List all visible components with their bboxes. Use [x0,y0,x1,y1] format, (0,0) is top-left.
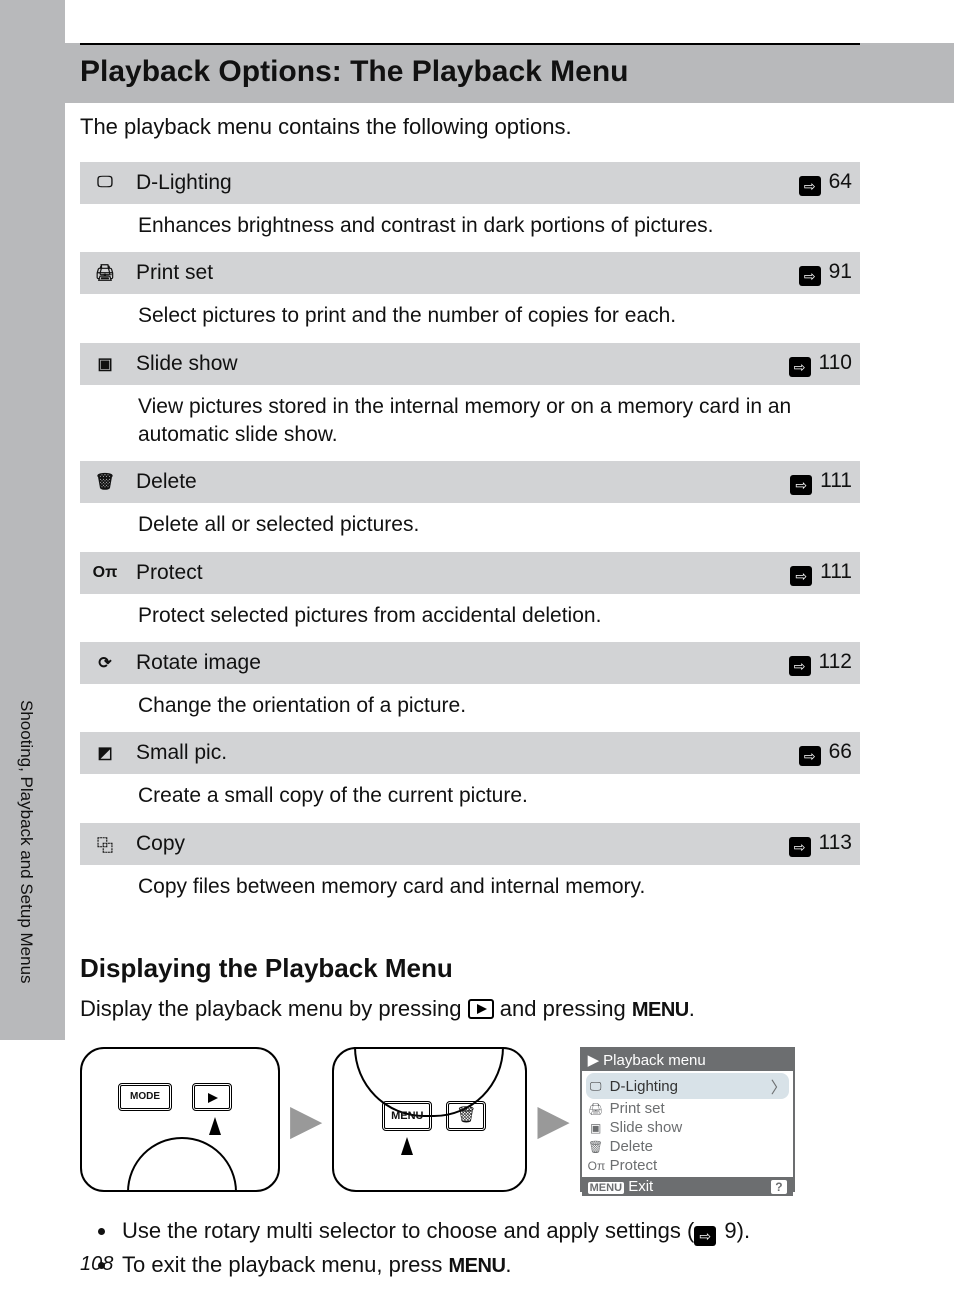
page-ref-icon: ⇨ [799,266,821,286]
option-description: Create a small copy of the current pictu… [80,774,860,822]
screen-item-label: Delete [610,1138,653,1155]
screen-item-label: Slide show [610,1119,683,1136]
option-description: Enhances brightness and contrast in dark… [80,204,860,252]
option-icon: ⟳ [80,653,130,673]
list-item: Use the rotary multi selector to choose … [118,1214,860,1248]
option-page-ref: ⇨ 113 [780,831,860,857]
playback-button-diagram [192,1083,232,1111]
option-icon: ◩ [80,743,130,763]
camera-diagram-2: MENU 🗑 [332,1047,527,1192]
playback-button-icon [468,999,494,1019]
option-page-ref: ⇨ 66 [780,740,860,766]
screen-item-icon: ▣ [588,1121,604,1135]
dial-arc-icon [127,1137,237,1192]
option-description: Delete all or selected pictures. [80,503,860,551]
chevron-right-icon: 〉 [771,1074,787,1098]
page-ref-icon: ⇨ [789,837,811,857]
intro-text: The playback menu contains the following… [80,114,860,140]
option-title: Rotate image [130,651,780,675]
screen-menu-item: 🖵 D-Lighting 〉 [586,1073,789,1099]
delete-button-diagram: 🗑 [446,1101,486,1131]
header-band: Playback Options: The Playback Menu [0,43,954,103]
option-title: Print set [130,261,780,285]
press-arrow-icon [209,1117,221,1135]
lcd-screen-preview: ▶ Playback menu 🖵 D-Lighting 〉 🖨 Print set ▣ S… [580,1047,795,1192]
option-title: D-Lighting [130,171,780,195]
option-title: Protect [130,561,780,585]
playback-icon: ▶ [588,1051,600,1069]
screen-menu-item: 🗑 Delete [586,1137,789,1156]
section-tab: Shooting, Playback and Setup Menus [16,700,36,984]
screen-item-icon: Oπ [588,1159,604,1173]
screen-menu-item: 🖨 Print set [586,1099,789,1118]
screen-title-text: Playback menu [603,1052,706,1069]
option-header-row: ◩Small pic.⇨ 66 [80,732,860,774]
option-header-row: 🖨Print set⇨ 91 [80,252,860,294]
display-instruction: Display the playback menu by pressing an… [80,992,860,1025]
page-title: Playback Options: The Playback Menu [80,55,860,89]
page-ref-icon: ⇨ [789,656,811,676]
option-header-row: ⿻Copy⇨ 113 [80,823,860,865]
option-description: Copy files between memory card and inter… [80,865,860,913]
option-page-ref: ⇨ 91 [780,260,860,286]
option-page-ref: ⇨ 64 [780,170,860,196]
option-page-ref: ⇨ 110 [780,351,860,377]
screen-title-bar: ▶ Playback menu [582,1049,793,1071]
press-arrow-icon [401,1137,413,1155]
screen-item-label: D-Lighting [610,1078,678,1095]
screen-menu-item: ▣ Slide show [586,1118,789,1137]
camera-diagram-1: MODE [80,1047,280,1192]
page-ref-icon: ⇨ [790,566,812,586]
page-ref-icon: ⇨ [789,357,811,377]
help-icon: ? [771,1180,786,1194]
option-icon: 🖨 [80,263,130,283]
screen-item-label: Print set [610,1100,665,1117]
option-page-ref: ⇨ 111 [780,560,860,586]
option-description: Change the orientation of a picture. [80,684,860,732]
option-header-row: 🗑Delete⇨ 111 [80,461,860,503]
menu-badge-icon: MENU [588,1182,624,1194]
mode-button-icon: MODE [118,1083,172,1111]
page-ref-icon: ⇨ [790,475,812,495]
page-ref-icon: ⇨ [799,176,821,196]
screen-item-label: Protect [610,1157,658,1174]
option-header-row: OπProtect⇨ 111 [80,552,860,594]
page-number: 108 [80,1253,113,1276]
option-page-ref: ⇨ 112 [780,650,860,676]
screen-menu-item: Oπ Protect [586,1156,789,1175]
option-description: View pictures stored in the internal mem… [80,385,860,462]
arrow-right-icon: ▶ [537,1095,569,1144]
option-description: Protect selected pictures from accidenta… [80,594,860,642]
menu-word: MENU [449,1255,506,1277]
diagram-row: MODE ▶ MENU 🗑 ▶ ▶ Playback menu 🖵 D-Light… [80,1047,860,1192]
arrow-right-icon: ▶ [290,1095,322,1144]
screen-item-icon: 🖨 [588,1102,604,1116]
page-ref-icon: ⇨ [799,746,821,766]
option-header-row: ⟳Rotate image⇨ 112 [80,642,860,684]
option-icon: 🖵 [80,174,130,192]
footer-exit-label: Exit [628,1178,653,1195]
list-item: To exit the playback menu, press MENU. [118,1248,860,1282]
screen-footer: MENU Exit ? [582,1177,793,1196]
menu-button-diagram: MENU [382,1101,432,1131]
option-icon: ▣ [80,354,130,374]
option-header-row: 🖵D-Lighting⇨ 64 [80,162,860,204]
options-table: 🖵D-Lighting⇨ 64Enhances brightness and c… [80,162,860,913]
section-heading: Displaying the Playback Menu [80,953,860,984]
instruction-list: Use the rotary multi selector to choose … [80,1214,860,1282]
screen-item-icon: 🖵 [588,1079,604,1094]
page-ref-icon: ⇨ [694,1226,716,1246]
option-title: Slide show [130,352,780,376]
screen-item-icon: 🗑 [588,1140,604,1154]
option-header-row: ▣Slide show⇨ 110 [80,343,860,385]
menu-word: MENU [632,999,689,1021]
option-page-ref: ⇨ 111 [780,469,860,495]
option-title: Delete [130,470,780,494]
option-icon: Oπ [80,564,130,582]
option-title: Small pic. [130,741,780,765]
option-icon: ⿻ [80,832,130,856]
option-title: Copy [130,832,780,856]
option-description: Select pictures to print and the number … [80,294,860,342]
option-icon: 🗑 [80,472,130,492]
